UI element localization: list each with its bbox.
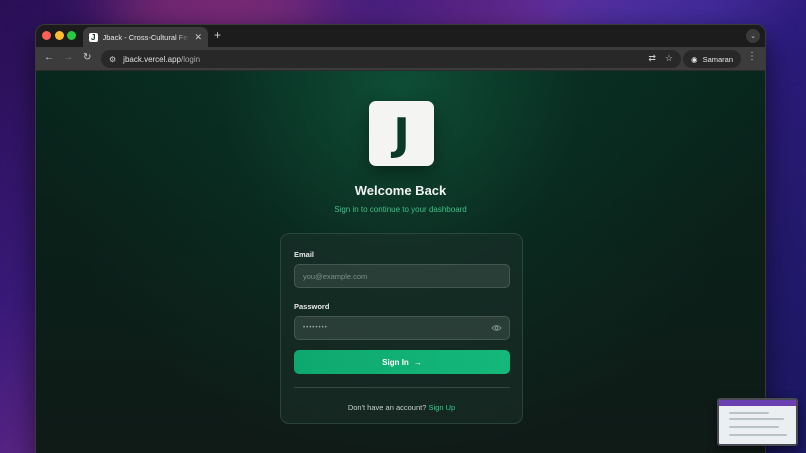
plus-icon[interactable]: + xyxy=(214,29,221,41)
thumbnail-line xyxy=(729,434,787,436)
arrow-right-icon: → xyxy=(413,357,422,367)
close-window-button[interactable] xyxy=(42,31,51,40)
thumbnail-line xyxy=(729,426,779,428)
thumbnail-line xyxy=(729,418,784,420)
url-text: jback.vercel.app/login xyxy=(123,54,201,64)
profile-name: Samaran xyxy=(702,54,733,64)
page-content: J Welcome Back Sign in to continue to yo… xyxy=(36,71,765,453)
password-label: Password xyxy=(294,302,330,311)
tab-title: Jback - Cross-Cultural Feedback xyxy=(102,32,190,42)
no-account-text: Don't have an account? xyxy=(347,403,427,412)
browser-tab[interactable]: J Jback - Cross-Cultural Feedback ✕ xyxy=(83,27,208,47)
address-bar-actions: ⇄ ☆ xyxy=(648,53,673,64)
app-logo: J xyxy=(369,101,434,166)
kebab-menu-icon[interactable]: ⋮ xyxy=(747,52,757,62)
screenshot-thumbnail[interactable] xyxy=(717,398,798,446)
email-field[interactable]: you@example.com xyxy=(294,264,510,288)
sign-in-button[interactable]: Sign In → xyxy=(294,350,510,374)
signup-prompt: Don't have an account? Sign Up xyxy=(281,403,522,412)
email-placeholder: you@example.com xyxy=(303,271,368,281)
tab-bar: J Jback - Cross-Cultural Feedback ✕ + ⌄ xyxy=(36,25,765,47)
profile-button[interactable]: ◉ Samaran xyxy=(683,50,741,68)
login-card: Email you@example.com Password •••••••• … xyxy=(280,233,523,424)
minimize-window-button[interactable] xyxy=(55,31,64,40)
password-masked-value: •••••••• xyxy=(303,325,328,331)
reload-icon[interactable]: ↻ xyxy=(83,53,91,63)
thumbnail-header xyxy=(719,400,796,406)
translate-icon[interactable]: ⇄ xyxy=(648,53,656,64)
sign-in-label: Sign In xyxy=(382,357,409,367)
address-bar[interactable]: ⚙ jback.vercel.app/login ⇄ ☆ xyxy=(101,50,681,68)
forward-icon[interactable]: → xyxy=(63,53,73,63)
browser-toolbar: ← → ↻ ⚙ jback.vercel.app/login ⇄ ☆ ◉ Sam… xyxy=(36,47,765,71)
browser-window: J Jback - Cross-Cultural Feedback ✕ + ⌄ … xyxy=(35,24,766,453)
divider xyxy=(294,387,510,388)
back-icon[interactable]: ← xyxy=(44,53,54,63)
email-label: Email xyxy=(294,250,315,259)
tab-favicon: J xyxy=(89,32,98,42)
site-settings-icon[interactable]: ⚙ xyxy=(109,55,116,64)
page-subtitle: Sign in to continue to your dashboard xyxy=(334,205,467,214)
star-icon[interactable]: ☆ xyxy=(665,53,673,64)
eye-icon[interactable] xyxy=(491,324,502,332)
incognito-icon: ◉ xyxy=(691,54,698,64)
maximize-window-button[interactable] xyxy=(67,31,76,40)
sign-up-link[interactable]: Sign Up xyxy=(428,403,455,412)
password-field[interactable]: •••••••• xyxy=(294,316,510,340)
close-icon[interactable]: ✕ xyxy=(194,32,202,42)
tab-search-button[interactable]: ⌄ xyxy=(746,29,760,43)
page-title: Welcome Back xyxy=(354,183,447,198)
thumbnail-line xyxy=(729,412,769,414)
logo-letter: J xyxy=(393,108,410,160)
